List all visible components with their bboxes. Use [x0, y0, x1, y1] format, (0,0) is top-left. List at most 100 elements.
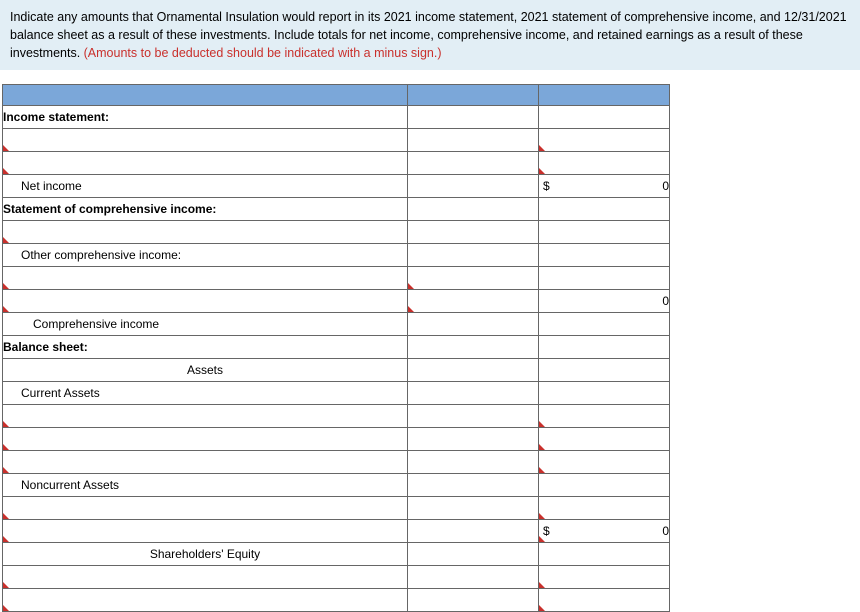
label-dropdown-cell[interactable]	[3, 428, 408, 451]
label-dropdown-cell[interactable]	[3, 497, 408, 520]
value-dropdown-cell[interactable]: $0	[539, 520, 670, 543]
mid-cell	[408, 221, 539, 244]
table-row	[3, 267, 670, 290]
value-cell	[539, 244, 670, 267]
mid-cell	[408, 589, 539, 612]
value-text: 0	[662, 524, 669, 538]
value-cell	[539, 336, 670, 359]
value-dropdown-cell[interactable]	[539, 129, 670, 152]
value-dropdown-cell[interactable]	[539, 566, 670, 589]
table-row	[3, 428, 670, 451]
mid-cell	[408, 566, 539, 589]
label-cell: Statement of comprehensive income:	[3, 198, 408, 221]
label-cell: Shareholders' Equity	[3, 543, 408, 566]
value-dropdown-cell[interactable]	[539, 405, 670, 428]
currency-symbol: $	[543, 524, 550, 538]
header-row	[3, 85, 670, 106]
label-cell: Assets	[3, 359, 408, 382]
mid-cell	[408, 336, 539, 359]
currency-symbol: $	[543, 179, 550, 193]
table-row: 0	[3, 290, 670, 313]
label-dropdown-cell[interactable]	[3, 221, 408, 244]
header-blank-3	[539, 85, 670, 106]
label-cell: Other comprehensive income:	[3, 244, 408, 267]
value-cell	[539, 359, 670, 382]
table-row	[3, 129, 670, 152]
mid-cell	[408, 106, 539, 129]
table-row: Balance sheet:	[3, 336, 670, 359]
mid-cell	[408, 244, 539, 267]
label-dropdown-cell[interactable]	[3, 290, 408, 313]
table-row	[3, 405, 670, 428]
table-row	[3, 497, 670, 520]
label-cell: Noncurrent Assets	[3, 474, 408, 497]
value-text: 0	[662, 294, 669, 308]
mid-cell	[408, 428, 539, 451]
table-row	[3, 566, 670, 589]
mid-cell	[408, 497, 539, 520]
value-dropdown-cell[interactable]	[539, 428, 670, 451]
instruction-box: Indicate any amounts that Ornamental Ins…	[0, 0, 860, 70]
label-dropdown-cell[interactable]	[3, 589, 408, 612]
header-blank-1	[3, 85, 408, 106]
label-dropdown-cell[interactable]	[3, 152, 408, 175]
instruction-red: (Amounts to be deducted should be indica…	[84, 46, 442, 60]
mid-cell	[408, 405, 539, 428]
table-row: Comprehensive income	[3, 313, 670, 336]
mid-cell	[408, 129, 539, 152]
mid-dropdown-cell[interactable]	[408, 267, 539, 290]
label-cell: Balance sheet:	[3, 336, 408, 359]
value-text: 0	[662, 179, 669, 193]
value-dropdown-cell[interactable]	[539, 451, 670, 474]
header-blank-2	[408, 85, 539, 106]
label-dropdown-cell[interactable]	[3, 451, 408, 474]
value-cell: 0	[539, 290, 670, 313]
table-row: Net income $0	[3, 175, 670, 198]
table-row: Assets	[3, 359, 670, 382]
mid-cell	[408, 451, 539, 474]
table-row: Statement of comprehensive income:	[3, 198, 670, 221]
mid-cell	[408, 543, 539, 566]
mid-cell	[408, 520, 539, 543]
table-row: $0	[3, 520, 670, 543]
label-cell: Income statement:	[3, 106, 408, 129]
table-row	[3, 221, 670, 244]
value-dropdown-cell[interactable]	[539, 497, 670, 520]
table-row: Shareholders' Equity	[3, 543, 670, 566]
mid-cell	[408, 359, 539, 382]
table-row	[3, 451, 670, 474]
worksheet-table: Income statement: Net income $0 Statement o…	[2, 84, 670, 612]
value-cell	[539, 221, 670, 244]
value-cell	[539, 382, 670, 405]
label-dropdown-cell[interactable]	[3, 405, 408, 428]
value-dropdown-cell[interactable]	[539, 152, 670, 175]
value-cell: $0	[539, 175, 670, 198]
mid-cell	[408, 152, 539, 175]
value-cell	[539, 198, 670, 221]
label-cell: Current Assets	[3, 382, 408, 405]
mid-cell	[408, 382, 539, 405]
table-row	[3, 589, 670, 612]
mid-cell	[408, 474, 539, 497]
table-row: Noncurrent Assets	[3, 474, 670, 497]
mid-cell	[408, 198, 539, 221]
table-row: Income statement:	[3, 106, 670, 129]
value-cell	[539, 267, 670, 290]
mid-cell	[408, 175, 539, 198]
mid-cell	[408, 313, 539, 336]
table-row	[3, 152, 670, 175]
value-cell	[539, 474, 670, 497]
table-row: Current Assets	[3, 382, 670, 405]
value-cell	[539, 106, 670, 129]
label-cell: Net income	[3, 175, 408, 198]
label-dropdown-cell[interactable]	[3, 520, 408, 543]
label-dropdown-cell[interactable]	[3, 267, 408, 290]
value-cell	[539, 543, 670, 566]
value-dropdown-cell[interactable]	[539, 589, 670, 612]
value-cell	[539, 313, 670, 336]
table-row: Other comprehensive income:	[3, 244, 670, 267]
label-cell: Comprehensive income	[3, 313, 408, 336]
mid-dropdown-cell[interactable]	[408, 290, 539, 313]
label-dropdown-cell[interactable]	[3, 566, 408, 589]
label-dropdown-cell[interactable]	[3, 129, 408, 152]
